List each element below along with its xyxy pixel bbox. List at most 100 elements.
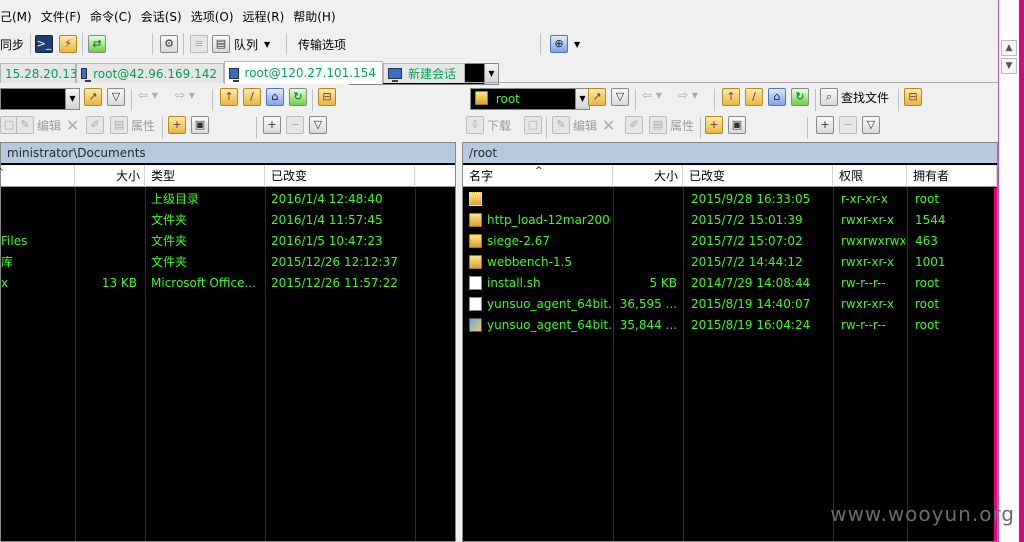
table-row[interactable]: 2015/9/28 16:33:05 r-xr-xr-x root (463, 189, 997, 210)
table-row[interactable]: install.sh 5 KB 2014/7/29 14:08:44 rw-r-… (463, 273, 997, 294)
refresh-icon: ↻ (289, 88, 307, 106)
left-tree-button[interactable]: ⊟ (318, 88, 339, 106)
parent-dir-icon (469, 192, 482, 206)
properties-icon: ▤ (649, 116, 667, 134)
right-filter-select-button[interactable]: ▽ (862, 116, 883, 134)
table-row[interactable]: webbench-1.5 2015/7/2 14:44:12 rwxr-xr-x… (463, 252, 997, 273)
local-file-panel[interactable]: ministrator\Documents ^ 大小 类型 已改变 上级目录 2… (0, 142, 456, 542)
menu-help[interactable]: 帮助(H) (293, 8, 340, 25)
sync-button[interactable]: 同步 (0, 32, 24, 56)
right-delete-button[interactable]: ✕ (602, 116, 615, 135)
compare-dirs-button[interactable]: ⇄ (88, 32, 106, 56)
col-size[interactable]: 大小 (613, 165, 683, 187)
left-parent-dir-button[interactable]: ↑ (220, 88, 241, 106)
left-delete-button[interactable]: ✕ (66, 116, 79, 135)
table-row[interactable]: 库 文件夹 2015/12/26 12:12:37 (1, 252, 455, 273)
left-select-all-button[interactable]: + (263, 116, 284, 134)
col-owner[interactable]: 拥有者 (907, 165, 997, 187)
scroll-up-button[interactable]: ▲ (1001, 40, 1017, 56)
right-copy-button[interactable]: ▢ (524, 116, 545, 134)
filter-icon: ▽ (862, 116, 880, 134)
left-edit-button[interactable]: ✎ 编辑 (16, 116, 61, 134)
monitor-icon (229, 67, 239, 82)
right-new-file-button[interactable]: ▣ (728, 116, 749, 134)
file-type: Microsoft Office... (151, 276, 256, 290)
chevron-down-icon[interactable]: ▼ (65, 89, 79, 109)
left-refresh-button[interactable]: ↻ (289, 88, 310, 106)
queue-button[interactable]: ▤ 队列 ▼ (212, 32, 270, 56)
putty-button[interactable]: ⚡ (59, 32, 77, 56)
right-select-all-button[interactable]: + (816, 116, 837, 134)
left-filter-select-button[interactable]: ▽ (309, 116, 330, 134)
left-new-file-button[interactable]: ▣ (191, 116, 212, 134)
left-filter-button[interactable]: ▽ (107, 88, 128, 106)
right-filter-button[interactable]: ▽ (611, 88, 632, 106)
table-row[interactable]: Files 文件夹 2016/1/5 10:47:23 (1, 231, 455, 252)
tab-new-session[interactable]: 新建会话 (383, 63, 465, 83)
chevron-down-icon[interactable]: ▼ (575, 89, 589, 109)
right-new-folder-button[interactable]: + (705, 116, 726, 134)
tab-session-2[interactable]: root@42.96.169.142 (76, 63, 224, 83)
right-unselect-button[interactable]: − (839, 116, 860, 134)
right-find-files-button[interactable]: ⌕ 查找文件 (820, 88, 889, 106)
right-parent-dir-button[interactable]: ↑ (722, 88, 743, 106)
col-name[interactable]: 名字 ^ (463, 165, 613, 187)
col-changed[interactable]: 已改变 (683, 165, 833, 187)
left-back-button[interactable]: ⇦ ▾ (138, 88, 158, 102)
right-dir-select[interactable]: root ▼ (470, 88, 590, 110)
col-changed[interactable]: 已改变 (265, 165, 415, 187)
menu-mark[interactable]: 己(M) (0, 8, 37, 25)
tab-session-1[interactable]: 15.28.20.139 (0, 63, 85, 83)
right-root-dir-button[interactable]: / (745, 88, 766, 106)
table-row[interactable]: 上级目录 2016/1/4 12:48:40 (1, 189, 455, 210)
right-open-dir-button[interactable]: ↗ (588, 88, 609, 106)
left-properties-button[interactable]: ▤ 属性 (110, 116, 155, 134)
table-row[interactable]: 文件夹 2016/1/4 11:57:45 (1, 210, 455, 231)
col-type[interactable]: 类型 (145, 165, 265, 187)
table-row[interactable]: x 13 KB Microsoft Office... 2015/12/26 1… (1, 273, 455, 294)
folder-icon (469, 255, 482, 269)
table-row[interactable]: yunsuo_agent_64bit... 35,844 ... 2015/8/… (463, 315, 997, 336)
left-root-dir-button[interactable]: / (243, 88, 264, 106)
table-row[interactable]: http_load-12mar2006 2015/7/2 15:01:39 rw… (463, 210, 997, 231)
sites-button[interactable]: ⊕ ▼ (550, 32, 580, 56)
preferences-button[interactable]: ⚙ (160, 32, 178, 56)
left-unselect-button[interactable]: − (286, 116, 307, 134)
table-row[interactable]: siege-2.67 2015/7/2 15:07:02 rwxrwxrwx 4… (463, 231, 997, 252)
remote-file-panel[interactable]: /root 名字 ^ 大小 已改变 权限 拥有者 2015/9/28 16:33… (462, 142, 998, 542)
col-rights[interactable]: 权限 (833, 165, 907, 187)
delete-icon: ✕ (66, 116, 80, 135)
table-row[interactable]: yunsuo_agent_64bit... 36,595 ... 2015/8/… (463, 294, 997, 315)
menu-remote[interactable]: 远程(R) (243, 8, 290, 25)
menu-session[interactable]: 会话(S) (141, 8, 187, 25)
right-forward-button[interactable]: ⇨ ▾ (678, 88, 698, 102)
right-download-button[interactable]: ⇩ 下载 (466, 116, 511, 134)
right-home-button[interactable]: ⌂ (768, 88, 789, 106)
right-tree-button[interactable]: ⊟ (904, 88, 925, 106)
right-edit-label: 编辑 (573, 118, 598, 133)
right-back-button[interactable]: ⇦ ▾ (642, 88, 662, 102)
right-refresh-button[interactable]: ↻ (791, 88, 812, 106)
left-forward-button[interactable]: ⇨ ▾ (175, 88, 195, 102)
queue-list-button[interactable]: ≡ (190, 32, 208, 56)
binoculars-icon: ⌕ (820, 88, 838, 106)
right-properties-button[interactable]: ▤ 属性 (649, 116, 694, 134)
col-name[interactable]: ^ (0, 165, 75, 187)
file-name: http_load-12mar2006 (487, 213, 611, 227)
left-dir-select[interactable]: ▼ (0, 88, 80, 110)
terminal-button[interactable]: >_ (35, 32, 53, 56)
plus-icon: + (263, 116, 281, 134)
right-rename-button[interactable]: ✐ (625, 116, 646, 134)
scroll-down-button[interactable]: ▼ (1001, 58, 1017, 74)
left-open-dir-button[interactable]: ↗ (84, 88, 105, 106)
tab-session-3[interactable]: root@120.27.101.154 (224, 61, 383, 84)
right-edit-button[interactable]: ✎ 编辑 (552, 116, 597, 134)
menu-options[interactable]: 选项(O) (191, 8, 239, 25)
chevron-down-icon: ▼ (264, 39, 271, 49)
left-new-folder-button[interactable]: + (168, 116, 189, 134)
menu-commands[interactable]: 命令(C) (90, 8, 137, 25)
menu-file[interactable]: 文件(F) (41, 8, 86, 25)
left-rename-button[interactable]: ✐ (86, 116, 107, 134)
left-home-button[interactable]: ⌂ (266, 88, 287, 106)
col-size[interactable]: 大小 (75, 165, 145, 187)
